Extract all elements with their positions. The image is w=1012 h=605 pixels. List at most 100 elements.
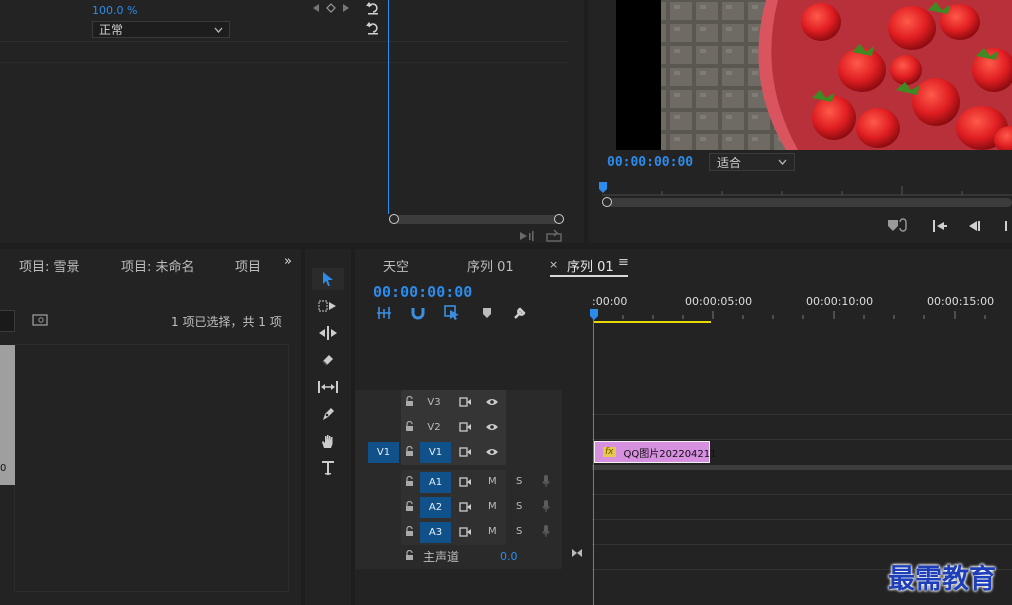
type-tool-button[interactable] — [312, 457, 344, 479]
panel-overflow-icon[interactable]: » — [284, 254, 292, 269]
lock-icon[interactable] — [405, 446, 414, 457]
mute-button[interactable]: M — [488, 476, 497, 487]
panel-menu-icon[interactable]: ≡ — [618, 255, 629, 270]
timeline-clip[interactable]: fx QQ图片202204211 — [594, 441, 717, 463]
slip-icon — [318, 381, 338, 393]
reset-parameter-icon[interactable] — [366, 21, 380, 35]
step-back-icon[interactable] — [968, 219, 982, 233]
mute-button[interactable]: M — [488, 526, 497, 537]
linked-selection-icon[interactable] — [444, 305, 460, 320]
next-keyframe-icon[interactable] — [342, 3, 350, 13]
playhead-line — [593, 315, 594, 605]
track-name-v3[interactable]: V3 — [421, 393, 447, 412]
fx-badge[interactable]: fx — [603, 447, 616, 457]
selection-arrow-icon — [323, 272, 333, 286]
pen-tool-button[interactable] — [312, 403, 344, 425]
razor-tool-button[interactable] — [312, 349, 344, 371]
search-bin-icon[interactable] — [32, 314, 48, 326]
eye-icon[interactable] — [485, 447, 499, 457]
play-audio-icon[interactable] — [519, 230, 535, 242]
prev-keyframe-icon[interactable] — [312, 3, 320, 13]
play-stop-icon[interactable] — [1004, 219, 1012, 233]
keyframe-navigator — [312, 3, 350, 13]
master-track-label: 主声道 — [423, 550, 460, 564]
razor-icon — [322, 355, 333, 366]
ripple-edit-tool-button[interactable] — [312, 322, 344, 344]
divider — [0, 41, 568, 42]
playhead-marker-icon[interactable] — [590, 309, 598, 321]
scroll-handle-left[interactable] — [389, 214, 399, 224]
scroll-handle-right[interactable] — [554, 214, 564, 224]
sync-lock-icon[interactable] — [459, 422, 472, 432]
master-volume-value[interactable]: 0.0 — [500, 550, 518, 563]
search-field[interactable] — [0, 310, 15, 332]
track-select-icon — [318, 300, 336, 312]
track-name-a1[interactable]: A1 — [420, 472, 451, 493]
slip-tool-button[interactable] — [312, 376, 344, 398]
eye-icon[interactable] — [485, 397, 499, 407]
sync-lock-icon[interactable] — [459, 477, 472, 487]
source-patch-v1[interactable]: V1 — [368, 442, 399, 463]
program-timecode[interactable]: 00:00:00:00 — [607, 155, 693, 170]
lock-icon[interactable] — [405, 550, 414, 561]
close-tab-icon[interactable]: × — [549, 258, 558, 271]
ripple-edit-icon — [319, 326, 337, 340]
sync-lock-icon[interactable] — [459, 502, 472, 512]
track-name-v2[interactable]: V2 — [421, 418, 447, 437]
lock-icon[interactable] — [405, 501, 414, 512]
pen-icon — [323, 408, 334, 420]
hand-tool-button[interactable] — [312, 430, 344, 452]
track-select-tool-button[interactable] — [312, 295, 344, 317]
ruler-label: :00:00 — [592, 295, 628, 308]
track-name-a2[interactable]: A2 — [420, 497, 451, 518]
time-ruler[interactable] — [602, 182, 1012, 196]
go-to-edit-icon[interactable] — [571, 548, 583, 558]
playhead-marker-icon[interactable] — [599, 182, 607, 194]
solo-button[interactable]: S — [516, 526, 522, 537]
lock-icon[interactable] — [405, 421, 414, 432]
blend-mode-dropdown[interactable]: 正常 — [92, 21, 230, 38]
lock-icon[interactable] — [405, 396, 414, 407]
snap-icon[interactable] — [411, 306, 425, 320]
microphone-icon[interactable] — [542, 499, 550, 513]
tab-project-untitled[interactable]: 项目: 未命名 — [121, 256, 195, 275]
opacity-value[interactable]: 100.0 % — [92, 4, 137, 17]
add-marker-icon[interactable] — [886, 218, 910, 234]
add-keyframe-icon[interactable] — [326, 3, 336, 13]
sync-lock-icon[interactable] — [459, 447, 472, 457]
sync-lock-icon[interactable] — [459, 397, 472, 407]
microphone-icon[interactable] — [542, 474, 550, 488]
work-area-bar[interactable] — [593, 321, 711, 323]
scroll-handle-left[interactable] — [602, 197, 612, 207]
lock-icon[interactable] — [405, 526, 414, 537]
tab-project-snow[interactable]: 项目: 雪景 — [19, 256, 80, 275]
add-marker-icon[interactable] — [482, 307, 492, 319]
reset-parameter-icon[interactable] — [366, 1, 380, 15]
eye-icon[interactable] — [485, 422, 499, 432]
solo-button[interactable]: S — [516, 476, 522, 487]
sync-lock-icon[interactable] — [459, 527, 472, 537]
timeline-panel: 天空 序列 01 × 序列 01 ≡ 00:00:00:00 :00:00 00… — [355, 249, 1012, 605]
tab-project-3[interactable]: 项目 — [235, 256, 261, 275]
time-ruler[interactable]: :00:00 00:00:05:00 00:00:10:00 00:00:15:… — [592, 289, 1012, 325]
thumbnail-value: 0 — [0, 463, 7, 474]
wrench-settings-icon[interactable] — [513, 306, 527, 320]
export-icon[interactable] — [546, 229, 562, 242]
selection-tool-button[interactable] — [312, 268, 344, 290]
nest-toggle-icon[interactable] — [376, 306, 392, 320]
lock-icon[interactable] — [405, 476, 414, 487]
mute-button[interactable]: M — [488, 501, 497, 512]
track-name-a3[interactable]: A3 — [420, 522, 451, 543]
microphone-icon[interactable] — [542, 524, 550, 538]
zoom-scrollbar[interactable] — [390, 215, 560, 224]
track-name-v1[interactable]: V1 — [420, 442, 451, 463]
go-to-in-point-icon[interactable] — [932, 219, 948, 233]
sequence-timecode[interactable]: 00:00:00:00 — [373, 283, 472, 301]
monitor-scrollbar[interactable] — [604, 198, 1012, 207]
tab-sequence-01-active[interactable]: 序列 01 — [567, 256, 614, 275]
solo-button[interactable]: S — [516, 501, 522, 512]
type-icon — [322, 461, 334, 475]
fit-dropdown[interactable]: 适合 — [709, 153, 795, 171]
tab-sequence-01[interactable]: 序列 01 — [467, 256, 514, 275]
tab-sky[interactable]: 天空 — [383, 256, 409, 275]
